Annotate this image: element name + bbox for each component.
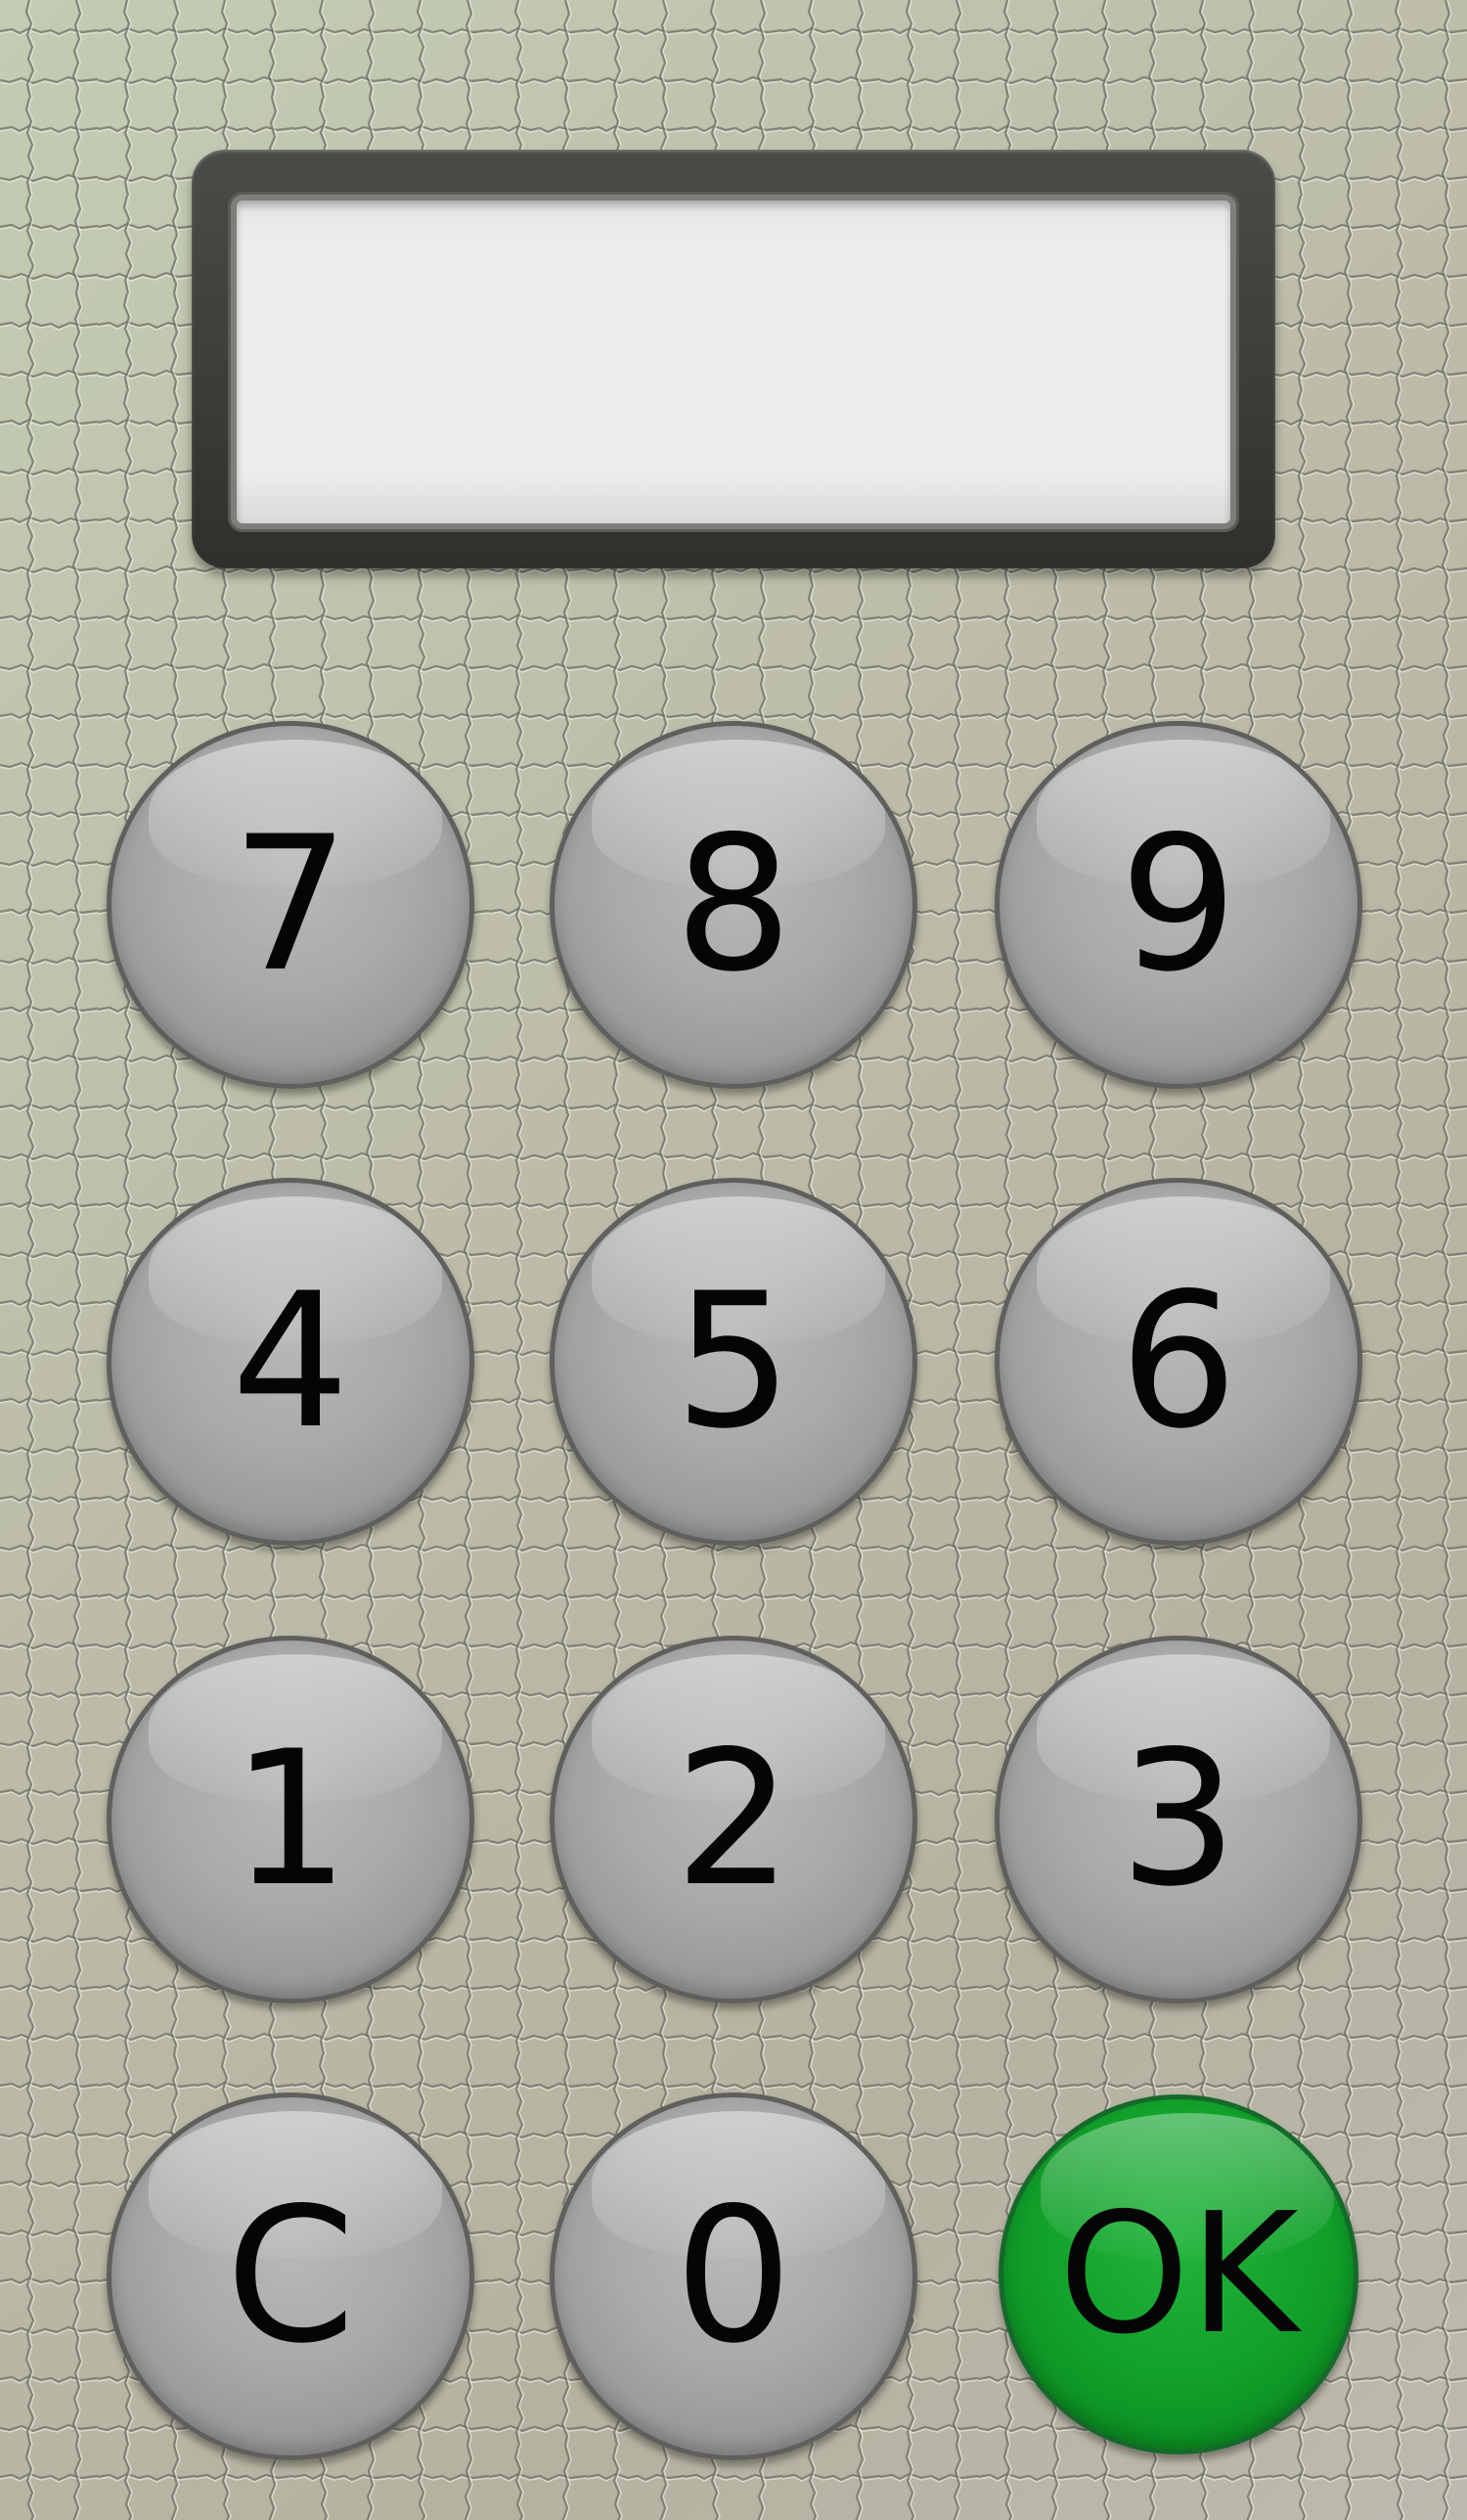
- key-6[interactable]: 6: [995, 1178, 1362, 1546]
- key-3[interactable]: 3: [995, 1636, 1362, 2003]
- key-9[interactable]: 9: [995, 721, 1362, 1089]
- clear-button[interactable]: C: [107, 2092, 474, 2460]
- key-label: 7: [231, 796, 350, 1012]
- display-frame: [192, 150, 1275, 568]
- key-5[interactable]: 5: [550, 1178, 917, 1546]
- ok-button[interactable]: OK: [999, 2094, 1358, 2454]
- key-0[interactable]: 0: [550, 2092, 917, 2460]
- key-8[interactable]: 8: [550, 721, 917, 1089]
- clear-button-label: C: [225, 2168, 356, 2384]
- key-7[interactable]: 7: [107, 721, 474, 1089]
- key-1[interactable]: 1: [107, 1636, 474, 2003]
- key-label: 3: [1119, 1711, 1238, 1927]
- key-label: 0: [674, 2168, 793, 2384]
- key-label: 1: [231, 1711, 350, 1927]
- key-2[interactable]: 2: [550, 1636, 917, 2003]
- key-label: 6: [1119, 1253, 1238, 1469]
- ok-button-label: OK: [1058, 2178, 1299, 2371]
- key-label: 4: [231, 1253, 350, 1469]
- key-label: 9: [1119, 796, 1238, 1012]
- display-screen: [231, 195, 1236, 529]
- key-4[interactable]: 4: [107, 1178, 474, 1546]
- key-label: 5: [674, 1253, 793, 1469]
- key-label: 8: [674, 796, 793, 1012]
- key-label: 2: [674, 1711, 793, 1927]
